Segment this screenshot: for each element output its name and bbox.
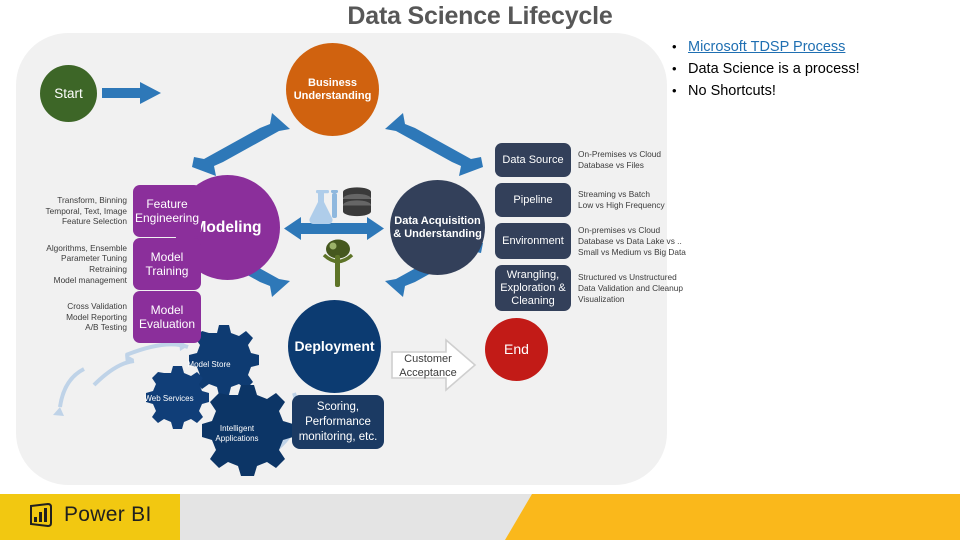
caption-environment: On-premises vs Cloud Database vs Data La… [578, 224, 686, 257]
data-item-pipeline: Pipeline Streaming vs Batch Low vs High … [495, 183, 700, 217]
powerbi-wordmark: Power BI [64, 503, 152, 526]
tdsp-process-link[interactable]: Microsoft TDSP Process [688, 38, 845, 57]
bullet-label: Data Science is a process! [688, 61, 860, 77]
gear-label-model-store: Model Store [187, 360, 231, 369]
microphone-icon [322, 239, 354, 287]
gear-label-web-services: Web Services [144, 394, 194, 403]
bullet-list: • Microsoft TDSP Process • Data Science … [672, 38, 956, 104]
node-data-acquisition[interactable]: Data Acquisition & Understanding [390, 180, 485, 275]
box-pipeline[interactable]: Pipeline [495, 183, 571, 217]
arrow-modeling-dataacq [284, 217, 384, 240]
customer-acceptance-label: Customer Acceptance [399, 352, 457, 379]
gear-label-intelligent-applications: Intelligent Applications [215, 424, 259, 443]
footer: Power BI [0, 494, 960, 540]
database-icon [343, 187, 371, 217]
powerbi-logo: Power BI [28, 501, 152, 529]
data-item-wrangling: Wrangling, Exploration & Cleaning Struct… [495, 265, 700, 311]
caption-feature-engineering: Transform, Binning Temporal, Text, Image… [45, 195, 127, 227]
list-item: • Microsoft TDSP Process [672, 38, 956, 57]
box-model-evaluation[interactable]: Model Evaluation [133, 291, 201, 343]
node-deployment[interactable]: Deployment [288, 300, 381, 393]
caption-model-training: Algorithms, Ensemble Parameter Tuning Re… [46, 242, 127, 285]
bullet-dot-icon: • [672, 83, 677, 98]
footer-accent-band [505, 494, 960, 540]
list-item: • No Shortcuts! [672, 82, 956, 101]
modeling-item-model-evaluation: Cross Validation Model Reporting A/B Tes… [19, 291, 201, 343]
flask-icon [309, 190, 338, 225]
arrow-start-to-business [102, 82, 161, 104]
box-feature-engineering[interactable]: Feature Engineering [133, 185, 201, 237]
box-scoring-performance[interactable]: Scoring, Performance monitoring, etc. [292, 395, 384, 449]
arrow-modeling-business [192, 113, 290, 176]
box-model-training[interactable]: Model Training [133, 238, 201, 290]
data-item-data-source: Data Source On-Premises vs Cloud Databas… [495, 143, 700, 177]
arrow-business-dataacq [385, 113, 483, 176]
box-wrangling[interactable]: Wrangling, Exploration & Cleaning [495, 265, 571, 311]
box-environment[interactable]: Environment [495, 223, 571, 259]
node-end[interactable]: End [485, 318, 548, 381]
node-start[interactable]: Start [40, 65, 97, 122]
data-item-environment: Environment On-premises vs Cloud Databas… [495, 223, 700, 259]
box-data-source[interactable]: Data Source [495, 143, 571, 177]
bullet-label: No Shortcuts! [688, 83, 776, 99]
footer-gray-band [180, 494, 535, 540]
bullet-dot-icon: • [672, 39, 677, 54]
page-title: Data Science Lifecycle [347, 2, 613, 30]
caption-model-evaluation: Cross Validation Model Reporting A/B Tes… [66, 301, 127, 333]
caption-wrangling: Structured vs Unstructured Data Validati… [578, 271, 684, 304]
caption-data-source: On-Premises vs Cloud Database vs Files [578, 149, 661, 170]
data-science-lifecycle-diagram: Start Business Understanding Modeling Da… [16, 33, 686, 485]
customer-acceptance-shape: Customer Acceptance [391, 338, 477, 393]
node-business-understanding[interactable]: Business Understanding [286, 43, 379, 136]
list-item: • Data Science is a process! [672, 60, 956, 79]
powerbi-bar-chart-icon [30, 502, 52, 528]
modeling-item-feature-engineering: Transform, Binning Temporal, Text, Image… [19, 185, 201, 237]
bullet-dot-icon: • [672, 61, 677, 76]
caption-pipeline: Streaming vs Batch Low vs High Frequency [578, 189, 665, 210]
modeling-item-model-training: Algorithms, Ensemble Parameter Tuning Re… [19, 238, 201, 290]
